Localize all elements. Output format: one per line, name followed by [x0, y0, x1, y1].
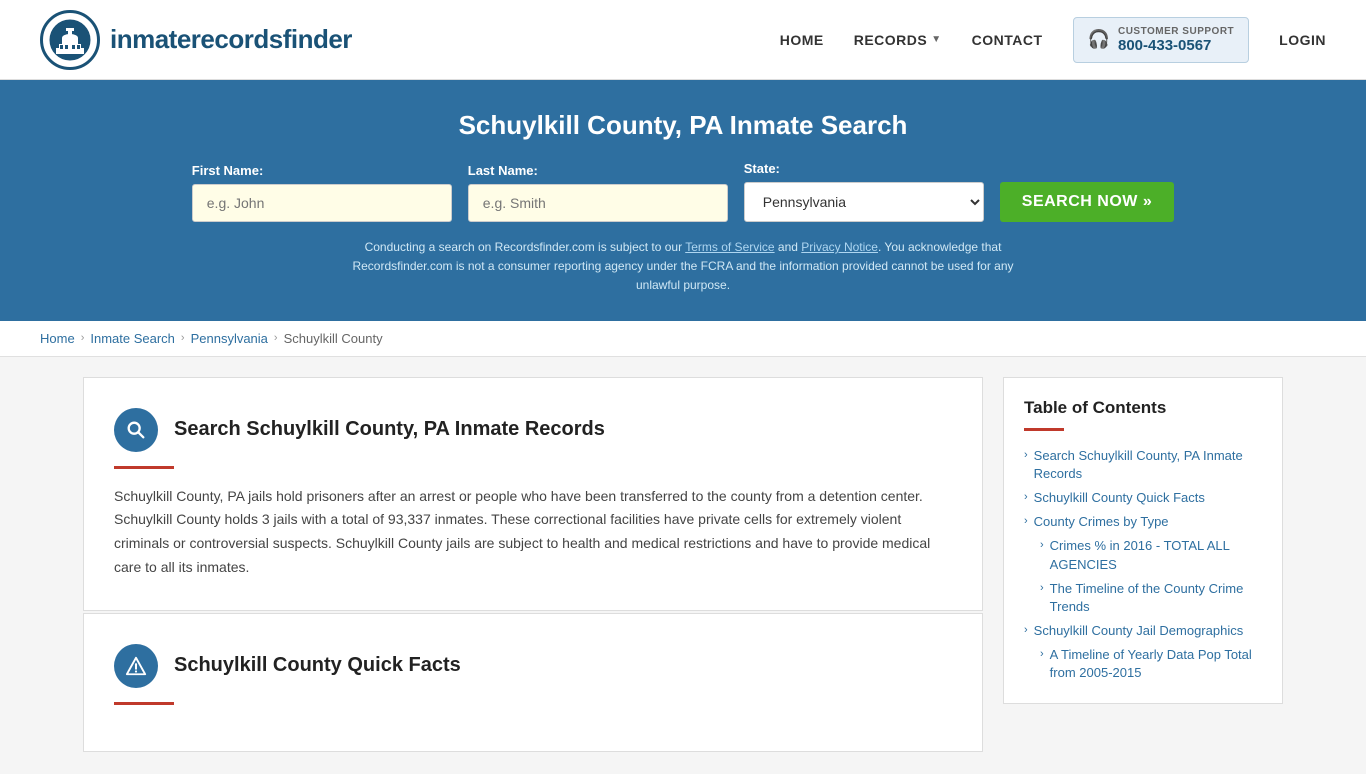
- toc-link-7[interactable]: A Timeline of Yearly Data Pop Total from…: [1050, 646, 1262, 682]
- headset-icon: 🎧: [1088, 29, 1110, 50]
- quick-facts-title: Schuylkill County Quick Facts: [174, 654, 461, 677]
- breadcrumb-sep-3: ›: [274, 332, 278, 344]
- search-section-title: Search Schuylkill County, PA Inmate Reco…: [174, 418, 605, 441]
- nav-login[interactable]: LOGIN: [1279, 32, 1326, 48]
- hero-search-section: Schuylkill County, PA Inmate Search Firs…: [0, 80, 1366, 321]
- site-header: inmaterecordsfinder HOME RECORDS ▼ CONTA…: [0, 0, 1366, 80]
- last-name-input[interactable]: [468, 184, 728, 222]
- hero-title: Schuylkill County, PA Inmate Search: [40, 110, 1326, 141]
- toc-link-4[interactable]: Crimes % in 2016 - TOTAL ALL AGENCIES: [1050, 537, 1262, 573]
- content-area: Search Schuylkill County, PA Inmate Reco…: [83, 377, 983, 754]
- toc-link-6[interactable]: Schuylkill County Jail Demographics: [1034, 622, 1244, 640]
- toc-link-3[interactable]: County Crimes by Type: [1034, 513, 1169, 531]
- nav-contact[interactable]: CONTACT: [972, 32, 1043, 48]
- main-content: Search Schuylkill County, PA Inmate Reco…: [43, 377, 1323, 754]
- toc-item-3: › County Crimes by Type: [1024, 513, 1262, 531]
- chevron-right-icon: ›: [1040, 648, 1044, 660]
- quick-facts-section: Schuylkill County Quick Facts: [83, 613, 983, 752]
- search-section: Search Schuylkill County, PA Inmate Reco…: [83, 377, 983, 611]
- customer-support[interactable]: 🎧 CUSTOMER SUPPORT 800-433-0567: [1073, 17, 1250, 63]
- toc-item-1: › Search Schuylkill County, PA Inmate Re…: [1024, 447, 1262, 483]
- chevron-right-icon: ›: [1024, 491, 1028, 503]
- first-name-label: First Name:: [192, 163, 452, 178]
- breadcrumb-sep-2: ›: [181, 332, 185, 344]
- toc-underline: [1024, 428, 1064, 431]
- last-name-label: Last Name:: [468, 163, 728, 178]
- hero-disclaimer: Conducting a search on Recordsfinder.com…: [333, 238, 1033, 296]
- toc-list: › Search Schuylkill County, PA Inmate Re…: [1024, 447, 1262, 683]
- last-name-group: Last Name:: [468, 163, 728, 222]
- search-button[interactable]: SEARCH NOW »: [1000, 182, 1174, 222]
- breadcrumb-county: Schuylkill County: [284, 331, 383, 346]
- search-section-underline: [114, 466, 174, 469]
- toc-box: Table of Contents › Search Schuylkill Co…: [1003, 377, 1283, 704]
- breadcrumb-home[interactable]: Home: [40, 331, 75, 346]
- nav-records[interactable]: RECORDS ▼: [854, 32, 942, 48]
- toc-title: Table of Contents: [1024, 398, 1262, 418]
- support-info: CUSTOMER SUPPORT 800-433-0567: [1118, 26, 1234, 54]
- state-select[interactable]: Pennsylvania: [744, 182, 984, 222]
- logo[interactable]: inmaterecordsfinder: [40, 10, 352, 70]
- state-group: State: Pennsylvania: [744, 161, 984, 222]
- toc-item-5: › The Timeline of the County Crime Trend…: [1024, 580, 1262, 616]
- chevron-right-icon: ›: [1040, 582, 1044, 594]
- first-name-group: First Name:: [192, 163, 452, 222]
- chevron-down-icon: ▼: [931, 34, 941, 45]
- breadcrumb-inmate-search[interactable]: Inmate Search: [90, 331, 175, 346]
- toc-link-5[interactable]: The Timeline of the County Crime Trends: [1050, 580, 1262, 616]
- search-section-header: Search Schuylkill County, PA Inmate Reco…: [114, 408, 952, 452]
- nav-home[interactable]: HOME: [780, 32, 824, 48]
- chevron-right-icon: ›: [1024, 624, 1028, 636]
- first-name-input[interactable]: [192, 184, 452, 222]
- search-form: First Name: Last Name: State: Pennsylvan…: [40, 161, 1326, 222]
- breadcrumb-sep-1: ›: [81, 332, 85, 344]
- tos-link[interactable]: Terms of Service: [685, 240, 774, 254]
- toc-link-1[interactable]: Search Schuylkill County, PA Inmate Reco…: [1034, 447, 1262, 483]
- chevron-right-icon: ›: [1024, 515, 1028, 527]
- logo-icon: [40, 10, 100, 70]
- state-label: State:: [744, 161, 984, 176]
- toc-item-2: › Schuylkill County Quick Facts: [1024, 489, 1262, 507]
- quick-facts-icon: [114, 644, 158, 688]
- search-section-text: Schuylkill County, PA jails hold prisone…: [114, 485, 952, 580]
- search-section-icon: [114, 408, 158, 452]
- chevron-right-icon: ›: [1024, 449, 1028, 461]
- logo-text: inmaterecordsfinder: [110, 24, 352, 55]
- chevron-right-icon: ›: [1040, 539, 1044, 551]
- sidebar: Table of Contents › Search Schuylkill Co…: [1003, 377, 1283, 754]
- main-nav: HOME RECORDS ▼ CONTACT 🎧 CUSTOMER SUPPOR…: [780, 17, 1326, 63]
- breadcrumb: Home › Inmate Search › Pennsylvania › Sc…: [0, 321, 1366, 357]
- toc-link-2[interactable]: Schuylkill County Quick Facts: [1034, 489, 1205, 507]
- toc-item-7: › A Timeline of Yearly Data Pop Total fr…: [1024, 646, 1262, 682]
- breadcrumb-pennsylvania[interactable]: Pennsylvania: [191, 331, 268, 346]
- toc-item-6: › Schuylkill County Jail Demographics: [1024, 622, 1262, 640]
- quick-facts-underline: [114, 702, 174, 705]
- toc-item-4: › Crimes % in 2016 - TOTAL ALL AGENCIES: [1024, 537, 1262, 573]
- quick-facts-header: Schuylkill County Quick Facts: [114, 644, 952, 688]
- privacy-link[interactable]: Privacy Notice: [801, 240, 878, 254]
